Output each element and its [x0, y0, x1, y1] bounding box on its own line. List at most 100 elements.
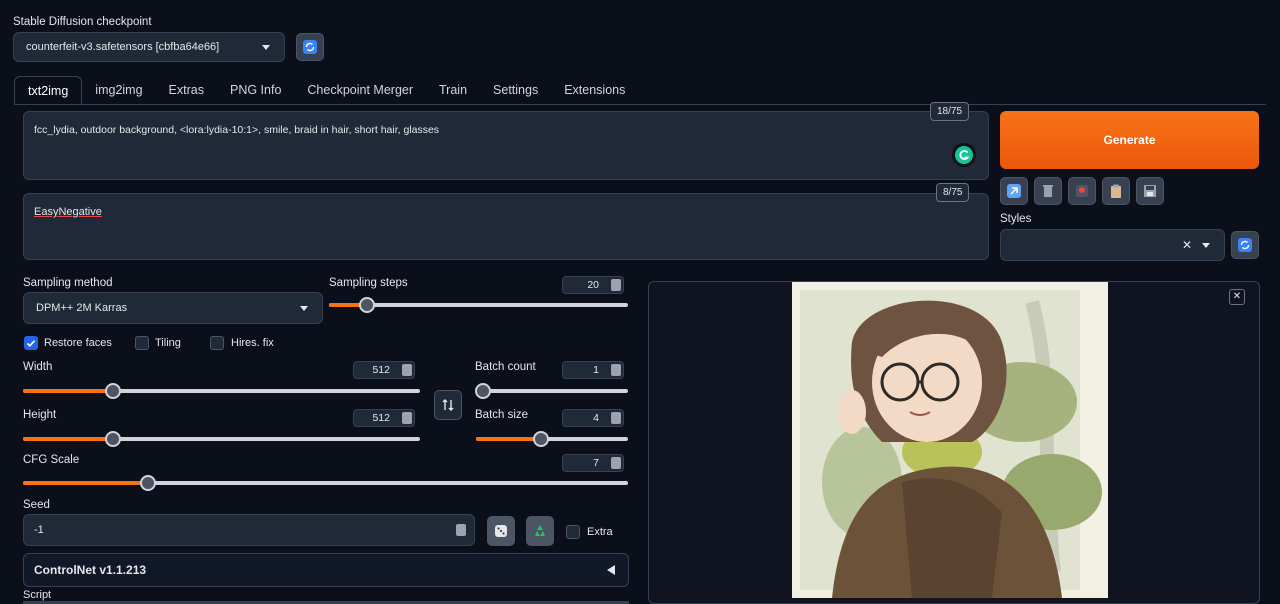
generated-image[interactable]	[792, 282, 1108, 598]
close-icon[interactable]: ✕	[1229, 289, 1245, 305]
slider-handle[interactable]	[475, 383, 491, 399]
width-slider[interactable]	[23, 383, 420, 399]
slider-handle[interactable]	[359, 297, 376, 313]
sampling-steps-label: Sampling steps	[329, 277, 408, 289]
restore-faces-checkbox[interactable]	[24, 336, 38, 350]
tab-extras[interactable]: Extras	[156, 76, 217, 104]
script-label: Script	[23, 589, 52, 601]
slider-fill	[23, 389, 113, 393]
batch-count-input[interactable]: 1	[562, 361, 624, 379]
sampling-steps-input[interactable]: 20	[562, 276, 624, 294]
generate-button[interactable]: Generate	[1000, 111, 1259, 169]
sampling-method-value: DPM++ 2M Karras	[36, 302, 128, 314]
checkpoint-dropdown[interactable]: counterfeit-v3.safetensors [cbfba64e66]	[13, 32, 285, 62]
save-icon	[1144, 185, 1156, 197]
spinner-icon[interactable]	[611, 279, 621, 291]
swap-dimensions-button[interactable]	[434, 390, 462, 420]
hires-fix-label: Hires. fix	[231, 337, 274, 349]
batch-size-input[interactable]: 4	[562, 409, 624, 427]
slider-handle[interactable]	[104, 383, 121, 399]
extra-seed-checkbox[interactable]	[566, 525, 580, 539]
seed-label: Seed	[23, 499, 50, 511]
clear-icon[interactable]: ✕	[1182, 238, 1192, 252]
cfg-scale-input[interactable]: 7	[562, 454, 624, 472]
tab-png-info[interactable]: PNG Info	[217, 76, 294, 104]
slider-fill	[23, 481, 149, 485]
cfg-scale-slider[interactable]	[23, 475, 628, 491]
tab-img2img[interactable]: img2img	[82, 76, 155, 104]
seed-input[interactable]: -1	[23, 514, 475, 546]
styles-dropdown[interactable]: ✕	[1000, 229, 1225, 261]
checkpoint-label: Stable Diffusion checkpoint	[13, 16, 152, 28]
styles-label: Styles	[1000, 213, 1032, 225]
spinner-icon[interactable]	[611, 412, 621, 424]
sampling-steps-slider[interactable]	[329, 297, 628, 313]
spinner-icon[interactable]	[611, 364, 621, 376]
width-label: Width	[23, 361, 53, 373]
spinner-icon[interactable]	[456, 524, 466, 536]
save-style-button[interactable]	[1136, 177, 1164, 205]
slider-fill	[476, 437, 542, 441]
hires-fix-checkbox[interactable]	[210, 336, 224, 350]
negative-prompt-input[interactable]: EasyNegative	[23, 193, 989, 260]
seed-value: -1	[34, 524, 44, 536]
random-seed-button[interactable]	[487, 516, 515, 546]
batch-size-value: 4	[593, 412, 599, 424]
negative-token-counter: 8/75	[936, 183, 970, 202]
collapse-arrow-icon	[607, 565, 615, 575]
chevron-down-icon	[262, 45, 270, 50]
controlnet-title: ControlNet v1.1.213	[34, 563, 147, 577]
spinner-icon[interactable]	[402, 412, 412, 424]
batch-count-slider[interactable]	[475, 383, 628, 399]
tab-divider	[14, 104, 1266, 105]
batch-size-slider[interactable]	[476, 431, 628, 447]
refresh-icon	[1238, 238, 1252, 252]
sampling-method-dropdown[interactable]: DPM++ 2M Karras	[23, 292, 323, 324]
height-input[interactable]: 512	[353, 409, 415, 427]
height-slider[interactable]	[23, 431, 420, 447]
reuse-seed-button[interactable]	[526, 516, 554, 546]
sampling-method-label: Sampling method	[23, 277, 113, 289]
tiling-checkbox[interactable]	[135, 336, 149, 350]
generated-image-illustration	[792, 282, 1108, 598]
prompt-token-counter: 18/75	[930, 102, 970, 121]
chevron-down-icon	[300, 306, 308, 311]
picture-icon	[1076, 185, 1088, 197]
controlnet-accordion[interactable]: ControlNet v1.1.213	[23, 553, 629, 587]
tab-extensions[interactable]: Extensions	[551, 76, 638, 104]
clipboard-icon	[1111, 184, 1121, 198]
checkpoint-value: counterfeit-v3.safetensors [cbfba64e66]	[26, 41, 220, 53]
read-params-button[interactable]	[1000, 177, 1028, 205]
tab-txt2img[interactable]: txt2img	[14, 76, 83, 104]
slider-handle[interactable]	[533, 431, 550, 447]
slider-track[interactable]	[483, 389, 628, 393]
sampling-steps-value: 20	[587, 279, 599, 291]
extra-networks-button[interactable]	[1068, 177, 1096, 205]
spinner-icon[interactable]	[402, 364, 412, 376]
slider-fill	[23, 437, 113, 441]
refresh-icon	[303, 40, 317, 54]
apply-style-button[interactable]	[1102, 177, 1130, 205]
spinner-icon[interactable]	[611, 457, 621, 469]
restore-faces-label: Restore faces	[44, 337, 112, 349]
arrow-diagonal-icon	[1007, 184, 1021, 198]
clear-prompt-button[interactable]	[1034, 177, 1062, 205]
tiling-label: Tiling	[155, 337, 181, 349]
slider-handle[interactable]	[104, 431, 121, 447]
cfg-scale-label: CFG Scale	[23, 454, 80, 466]
extra-seed-label: Extra	[587, 526, 613, 538]
grammarly-icon[interactable]	[952, 143, 976, 167]
refresh-checkpoint-button[interactable]	[296, 33, 324, 61]
refresh-styles-button[interactable]	[1231, 231, 1259, 259]
batch-size-label: Batch size	[475, 409, 529, 421]
tab-settings[interactable]: Settings	[480, 76, 551, 104]
height-label: Height	[23, 409, 57, 421]
tab-checkpoint-merger[interactable]: Checkpoint Merger	[294, 76, 426, 104]
tab-train[interactable]: Train	[426, 76, 480, 104]
negative-prompt-text: EasyNegative	[34, 206, 102, 218]
prompt-input[interactable]: fcc_lydia, outdoor background, <lora:lyd…	[23, 111, 989, 180]
slider-handle[interactable]	[140, 475, 157, 491]
width-input[interactable]: 512	[353, 361, 415, 379]
batch-count-value: 1	[593, 364, 599, 376]
height-value: 512	[372, 412, 390, 424]
